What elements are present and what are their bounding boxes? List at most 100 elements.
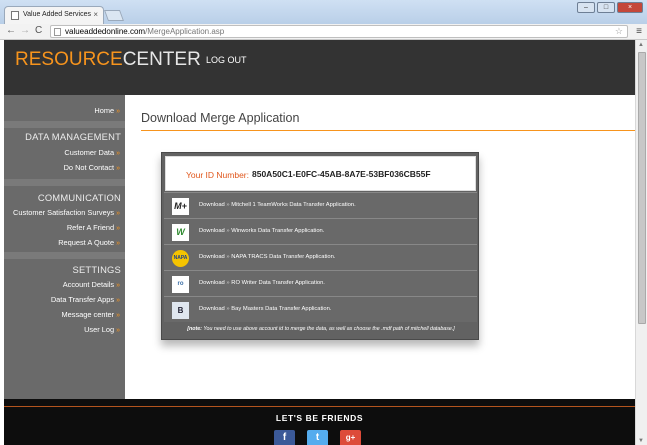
scroll-up-icon[interactable]: ▲	[638, 42, 644, 48]
id-box: Your ID Number: 850A50C1-E0FC-45AB-8A7E-…	[165, 156, 476, 191]
bookmark-star-icon[interactable]: ☆	[615, 26, 623, 37]
download-link[interactable]: Download » Mitchell 1 TeamWorks Data Tra…	[199, 202, 356, 208]
sidebar-item-customer-data[interactable]: Customer Data»	[64, 148, 120, 157]
scroll-down-icon[interactable]: ▼	[638, 438, 644, 444]
arrow-icon: »	[116, 225, 120, 232]
sidebar-item-request-a-quote[interactable]: Request A Quote»	[58, 238, 120, 247]
page-scrollbar[interactable]: ▲ ▼	[635, 40, 647, 445]
download-link[interactable]: Download » Winworks Data Transfer Applic…	[199, 228, 324, 234]
download-app-name: Winworks Data Transfer Application.	[231, 228, 325, 234]
download-word: Download	[199, 280, 225, 286]
download-link[interactable]: Download » RO Writer Data Transfer Appli…	[199, 280, 325, 286]
download-word: Download	[199, 202, 225, 208]
footer-title: LET'S BE FRIENDS	[275, 413, 364, 423]
sidebar-item-data-transfer-apps[interactable]: Data Transfer Apps»	[51, 295, 120, 304]
sidebar-item-account-details[interactable]: Account Details»	[63, 280, 120, 289]
download-row[interactable]: NAPA Download » NAPA TRACS Data Transfer…	[164, 244, 477, 270]
sidebar-item-do-not-contact[interactable]: Do Not Contact»	[64, 163, 120, 172]
sidebar-item-label: User Log	[84, 325, 115, 334]
ro-writer-icon: ro	[172, 276, 189, 293]
url-domain: valueaddedonline.com	[65, 27, 146, 36]
sidebar-divider	[4, 179, 125, 186]
download-separator: »	[226, 254, 230, 260]
download-separator: »	[226, 280, 230, 286]
download-app-name: Bay Masters Data Transfer Application.	[231, 306, 332, 312]
download-panel: Your ID Number: 850A50C1-E0FC-45AB-8A7E-…	[161, 152, 479, 340]
download-link[interactable]: Download » Bay Masters Data Transfer App…	[199, 306, 331, 312]
reload-icon[interactable]: C	[35, 25, 42, 36]
sidebar-item-label: Account Details	[62, 280, 115, 289]
sidebar-divider	[4, 252, 125, 259]
browser-menu-icon[interactable]: ≡	[636, 26, 642, 37]
logo-resource: RESOURCE	[15, 49, 123, 70]
browser-tab[interactable]: Value Added Services ×	[4, 6, 104, 24]
download-word: Download	[199, 306, 225, 312]
minimize-button[interactable]: –	[577, 2, 595, 13]
browser-title-bar: Value Added Services × – □ ×	[0, 0, 647, 24]
sidebar-item-label: Do Not Contact	[63, 163, 115, 172]
back-icon[interactable]: ←	[6, 25, 16, 36]
browser-toolbar: ← → C valueaddedonline.com/MergeApplicat…	[0, 24, 647, 40]
bay-masters-icon: B	[172, 302, 189, 319]
sidebar-heading-communication: COMMUNICATION	[37, 192, 121, 203]
arrow-icon: »	[116, 282, 120, 289]
facebook-icon[interactable]: f	[274, 430, 295, 445]
sidebar-item-refer-a-friend[interactable]: Refer A Friend»	[67, 223, 120, 232]
google-plus-icon[interactable]: g+	[340, 430, 361, 445]
sidebar-item-customer-satisfaction-surveys[interactable]: Customer Satisfaction Surveys»	[13, 208, 120, 217]
merge-note: [note: You need to use above account id …	[162, 326, 480, 332]
forward-icon[interactable]: →	[20, 25, 30, 36]
close-window-button[interactable]: ×	[617, 2, 643, 13]
download-separator: »	[226, 228, 230, 234]
sidebar-item-message-center[interactable]: Message center»	[62, 310, 121, 319]
tab-title: Value Added Services	[23, 11, 91, 18]
arrow-icon: »	[116, 165, 120, 172]
new-tab-button[interactable]	[103, 10, 125, 21]
site-header: RESOURCECENTER LOG OUT	[4, 40, 635, 95]
arrow-icon: »	[116, 210, 120, 217]
download-separator: »	[226, 202, 230, 208]
address-bar[interactable]: valueaddedonline.com/MergeApplication.as…	[50, 25, 628, 38]
sidebar-item-label: Refer A Friend	[66, 223, 115, 232]
arrow-icon: »	[116, 108, 120, 115]
download-app-name: RO Writer Data Transfer Application.	[231, 280, 325, 286]
download-row[interactable]: B Download » Bay Masters Data Transfer A…	[164, 296, 477, 322]
site-footer: LET'S BE FRIENDS f t g+	[4, 399, 635, 445]
sidebar-item-home[interactable]: Home»	[94, 106, 120, 115]
arrow-icon: »	[116, 312, 120, 319]
note-prefix: [note:	[187, 326, 202, 332]
download-word: Download	[199, 228, 225, 234]
note-text: You need to use above account id to merg…	[203, 326, 455, 332]
download-app-name: NAPA TRACS Data Transfer Application.	[231, 254, 336, 260]
sidebar-divider	[4, 121, 125, 128]
main-content: Download Merge Application Your ID Numbe…	[125, 95, 635, 399]
download-app-name: Mitchell 1 TeamWorks Data Transfer Appli…	[231, 202, 356, 208]
napa-tracs-icon: NAPA	[172, 250, 189, 267]
scrollbar-thumb[interactable]	[638, 52, 646, 324]
winworks-icon: W	[172, 224, 189, 241]
download-row[interactable]: ro Download » RO Writer Data Transfer Ap…	[164, 270, 477, 296]
download-word: Download	[199, 254, 225, 260]
sidebar-item-user-log[interactable]: User Log»	[84, 325, 120, 334]
download-row[interactable]: W Download » Winworks Data Transfer Appl…	[164, 218, 477, 244]
download-link[interactable]: Download » NAPA TRACS Data Transfer Appl…	[199, 254, 335, 260]
close-tab-icon[interactable]: ×	[93, 10, 98, 19]
id-label: Your ID Number:	[186, 170, 249, 180]
maximize-button[interactable]: □	[597, 2, 615, 13]
page-favicon-icon	[11, 11, 19, 20]
sidebar-item-label: Customer Satisfaction Surveys	[13, 208, 115, 217]
twitter-icon[interactable]: t	[307, 430, 328, 445]
title-underline	[141, 130, 635, 131]
arrow-icon: »	[116, 327, 120, 334]
arrow-icon: »	[116, 297, 120, 304]
sidebar-item-label: Data Transfer Apps	[50, 295, 115, 304]
arrow-icon: »	[116, 240, 120, 247]
sidebar-item-label: Message center	[61, 310, 115, 319]
download-separator: »	[226, 306, 230, 312]
sidebar-item-label: Customer Data	[64, 148, 115, 157]
download-row[interactable]: M+ Download » Mitchell 1 TeamWorks Data …	[164, 192, 477, 218]
logout-link[interactable]: LOG OUT	[206, 55, 247, 65]
site-logo[interactable]: RESOURCECENTER	[15, 49, 201, 71]
url-path: /MergeApplication.asp	[145, 27, 225, 36]
social-links: f t g+	[274, 430, 361, 445]
